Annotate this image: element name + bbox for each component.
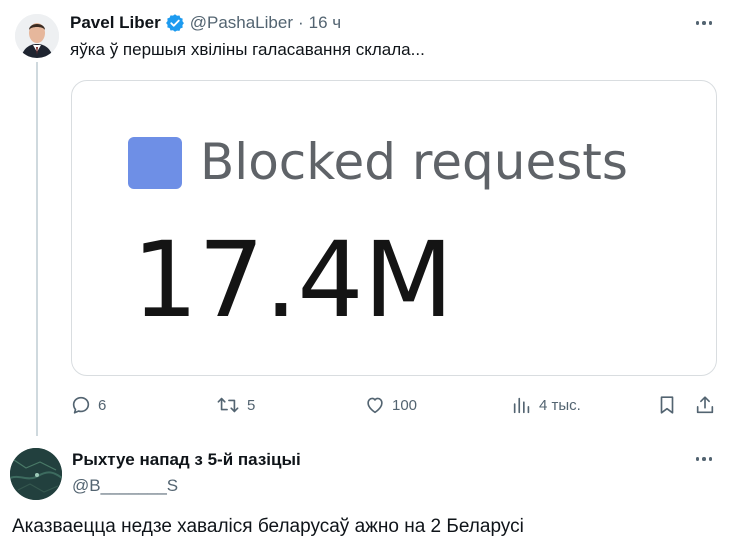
retweet-icon [217, 397, 239, 413]
tweet: Pavel Liber @PashaLiber · 16 ч яўка ў пе… [0, 0, 732, 552]
reply-author-avatar[interactable] [10, 448, 62, 500]
reply-author-name[interactable]: Рыхтуе напад з 5-й пазіцыі [72, 450, 301, 470]
author-name[interactable]: Pavel Liber [70, 13, 161, 33]
reply-author-handle[interactable]: @B_______S [72, 476, 178, 496]
tweet-time[interactable]: 16 ч [309, 13, 342, 33]
thread-line [36, 62, 38, 436]
like-count: 100 [392, 396, 418, 414]
reply-icon [72, 396, 90, 414]
legend-swatch [128, 137, 182, 189]
views-button[interactable]: 4 тыс. [511, 392, 581, 418]
action-bar: 6 5 100 4 тыс. [0, 392, 732, 418]
verified-badge-icon [165, 13, 185, 33]
reply-more-icon[interactable] [692, 450, 716, 468]
share-button[interactable] [694, 392, 716, 418]
media-value: 17.4M [132, 219, 454, 341]
retweet-button[interactable]: 5 [215, 392, 255, 418]
author-handle[interactable]: @PashaLiber [190, 13, 293, 33]
media-label: Blocked requests [200, 133, 628, 191]
reply-button[interactable]: 6 [70, 392, 106, 418]
separator-dot: · [297, 13, 304, 32]
author-avatar[interactable] [15, 14, 59, 58]
bookmark-icon [660, 396, 674, 414]
reply-text: Аказваецца недзе хаваліся беларусаў ажно… [12, 516, 524, 537]
bookmark-button[interactable] [656, 392, 678, 418]
more-icon[interactable] [692, 14, 716, 32]
tweet-media[interactable]: Blocked requests 17.4M [71, 80, 717, 376]
tweet-header: Pavel Liber @PashaLiber · 16 ч [70, 12, 341, 34]
like-button[interactable]: 100 [364, 392, 417, 418]
retweet-count: 5 [247, 396, 256, 414]
reply-count: 6 [98, 396, 107, 414]
views-count: 4 тыс. [539, 396, 581, 414]
like-icon [367, 397, 383, 414]
tweet-text: яўка ў першыя хвіліны галасавання склала… [70, 40, 425, 59]
share-icon [696, 396, 714, 414]
views-icon [513, 397, 530, 414]
